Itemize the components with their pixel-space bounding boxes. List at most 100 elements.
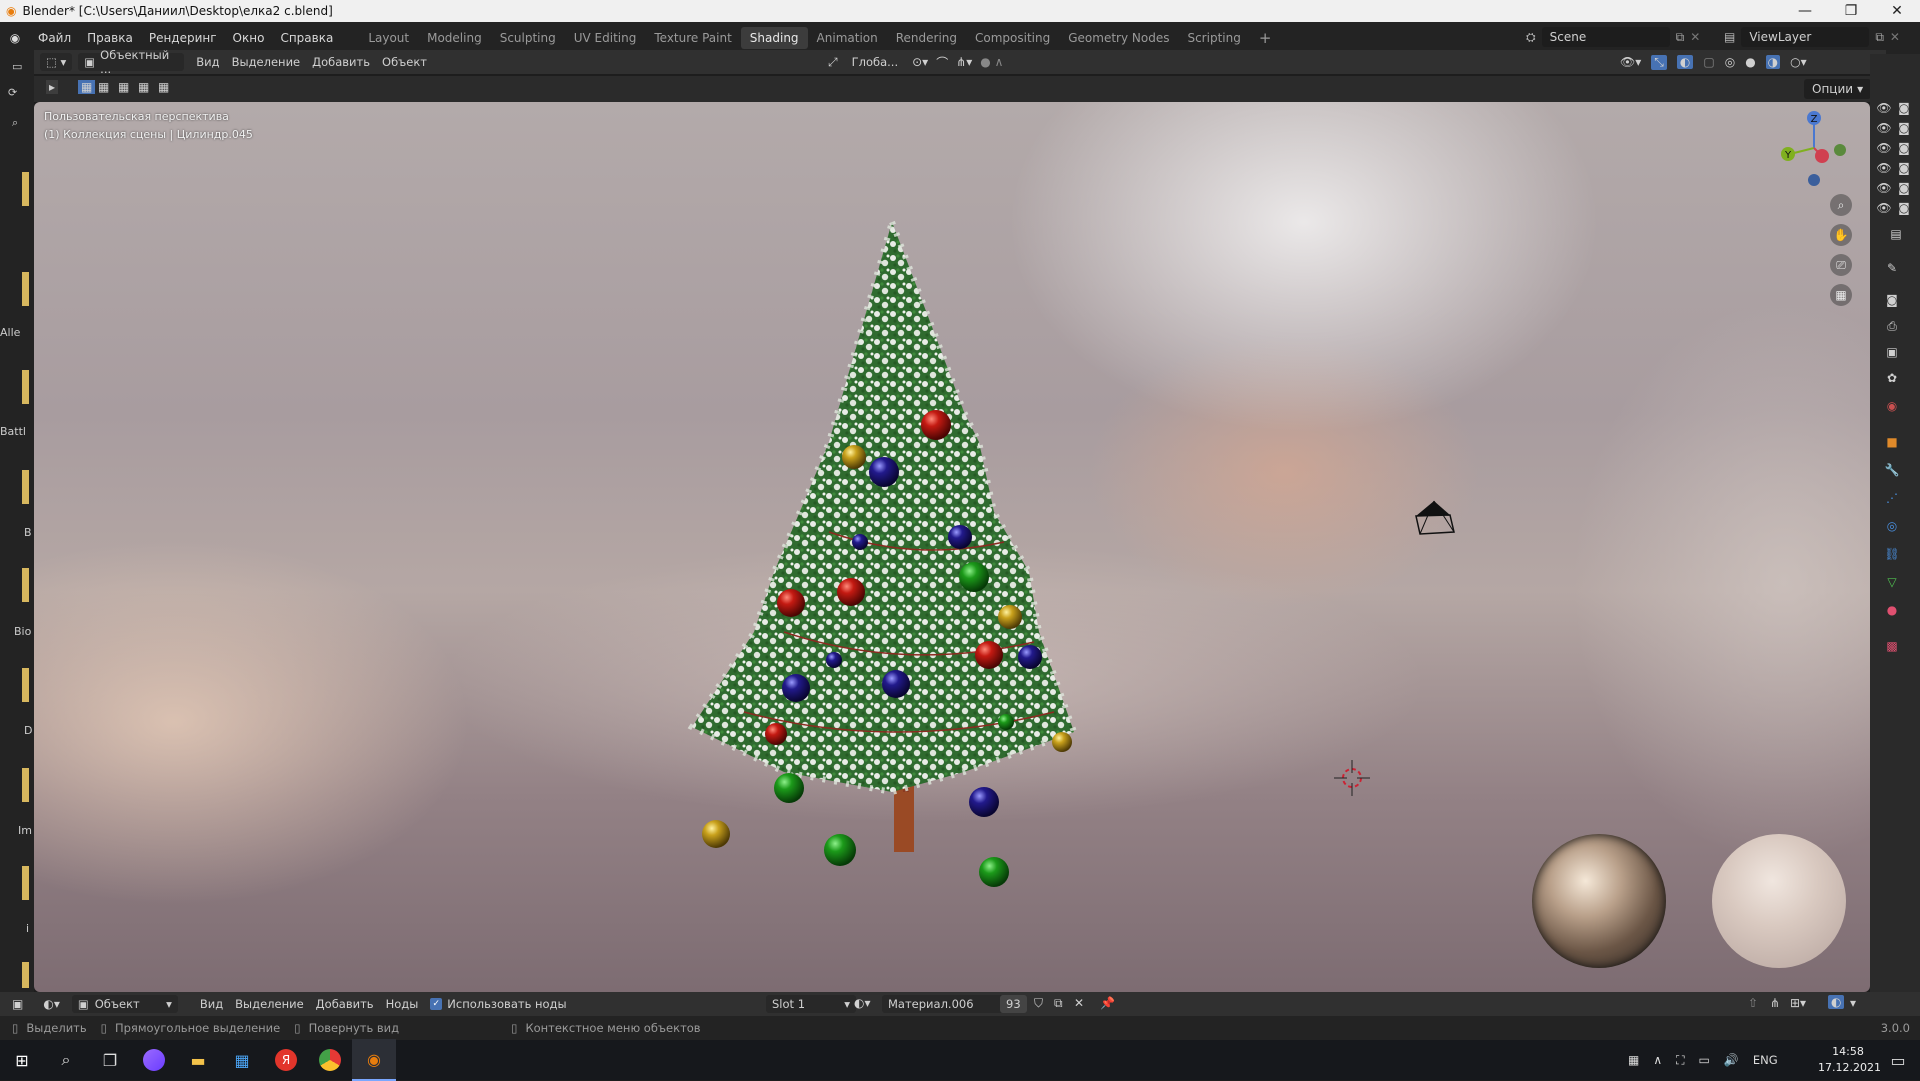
tab-sculpting[interactable]: Sculpting bbox=[491, 27, 565, 49]
tab-geometry-nodes[interactable]: Geometry Nodes bbox=[1059, 27, 1178, 49]
blender-menu-icon[interactable]: ◉ bbox=[0, 31, 30, 45]
node-editor-type-icon[interactable]: ▣ bbox=[12, 997, 23, 1011]
tab-modeling[interactable]: Modeling bbox=[418, 27, 491, 49]
file-browser-icon[interactable]: ▭ bbox=[0, 60, 34, 73]
tray-chevron-icon[interactable]: ∧ bbox=[1653, 1053, 1662, 1067]
mode-select[interactable]: ▣ Объектный ... bbox=[78, 48, 185, 76]
rendered-shading-icon[interactable]: ○▾ bbox=[1790, 55, 1807, 69]
select-mode-new-icon[interactable]: ▦ bbox=[78, 80, 96, 94]
parent-node-tree-icon[interactable]: ⇧ bbox=[1748, 996, 1758, 1010]
select-mode-invert-icon[interactable]: ▦ bbox=[138, 80, 149, 94]
constraints-properties-icon[interactable]: ⛓ bbox=[1884, 546, 1900, 562]
file-explorer-icon[interactable]: ▬ bbox=[176, 1040, 220, 1080]
asset-thumb-1[interactable] bbox=[22, 172, 29, 206]
asset-thumb-7[interactable] bbox=[22, 768, 29, 802]
render-properties-icon[interactable]: ◙ bbox=[1884, 292, 1900, 308]
clock[interactable]: 14:58 17.12.2021 bbox=[1818, 1044, 1881, 1076]
view-menu[interactable]: Вид bbox=[190, 53, 225, 71]
chrome-icon[interactable] bbox=[308, 1040, 352, 1080]
output-properties-icon[interactable]: ⎙ bbox=[1884, 318, 1900, 334]
navigation-gizmo[interactable]: Z Y bbox=[1774, 108, 1854, 188]
search-icon[interactable]: ⌕ bbox=[44, 1040, 88, 1080]
camera-object[interactable] bbox=[1410, 498, 1460, 538]
modifier-properties-icon[interactable]: 🔧 bbox=[1884, 462, 1900, 478]
visibility-eye-icon[interactable]: 👁 bbox=[1876, 140, 1892, 156]
visibility-filter-icon[interactable]: 👁▾ bbox=[1620, 55, 1641, 69]
render-camera-icon[interactable]: ◙ bbox=[1896, 160, 1912, 176]
restore-button[interactable]: ❐ bbox=[1828, 0, 1874, 22]
task-view-icon[interactable]: ❐ bbox=[88, 1040, 132, 1080]
duplicate-material-icon[interactable]: ⧉ bbox=[1054, 996, 1063, 1011]
christmas-tree[interactable] bbox=[634, 212, 1114, 922]
unlink-material-icon[interactable]: ✕ bbox=[1074, 996, 1084, 1010]
view-layer-new-icon[interactable]: ⧉ bbox=[1875, 30, 1884, 45]
snap-target-icon[interactable]: ⋔▾ bbox=[956, 55, 972, 69]
data-properties-icon[interactable]: ▽ bbox=[1884, 574, 1900, 590]
news-widget-icon[interactable]: ▦ bbox=[1628, 1053, 1639, 1067]
microsoft-store-icon[interactable]: ▦ bbox=[220, 1040, 264, 1080]
use-nodes-checkbox[interactable]: ✓ bbox=[430, 998, 443, 1010]
refresh-icon[interactable]: ⟳ bbox=[0, 86, 34, 99]
add-menu[interactable]: Добавить bbox=[306, 53, 376, 71]
asset-thumb-9[interactable] bbox=[22, 962, 29, 988]
node-nodes-menu[interactable]: Ноды bbox=[380, 995, 425, 1013]
camera-view-icon[interactable]: ⎚ bbox=[1830, 254, 1852, 276]
material-properties-icon[interactable]: ● bbox=[1884, 602, 1900, 618]
asset-thumb-2[interactable] bbox=[22, 272, 29, 306]
visibility-eye-icon[interactable]: 👁 bbox=[1876, 100, 1892, 116]
material-browse-icon[interactable]: ◐▾ bbox=[854, 996, 871, 1010]
gizmo-toggle-icon[interactable]: ⤡ bbox=[1651, 54, 1667, 70]
ortho-toggle-icon[interactable]: ▦ bbox=[1830, 284, 1852, 306]
transform-orientation-select[interactable]: Глоба... bbox=[846, 53, 905, 71]
node-overlay-icon[interactable]: ◐ bbox=[1828, 995, 1845, 1009]
tab-rendering[interactable]: Rendering bbox=[887, 27, 966, 49]
node-select-menu[interactable]: Выделение bbox=[229, 995, 310, 1013]
asset-thumb-5[interactable] bbox=[22, 568, 29, 602]
tab-animation[interactable]: Animation bbox=[808, 27, 887, 49]
solid-shading-icon[interactable]: ● bbox=[1745, 55, 1755, 69]
select-tool-icon[interactable]: ▸ bbox=[46, 80, 59, 94]
physics-properties-icon[interactable]: ◎ bbox=[1884, 518, 1900, 534]
render-camera-icon[interactable]: ◙ bbox=[1896, 140, 1912, 156]
scene-remove-icon[interactable]: ✕ bbox=[1690, 30, 1700, 44]
tab-shading[interactable]: Shading bbox=[740, 27, 808, 49]
visibility-eye-icon[interactable]: 👁 bbox=[1876, 160, 1892, 176]
material-users-count[interactable]: 93 bbox=[1000, 995, 1027, 1013]
editor-type-icon[interactable]: ▤ bbox=[1888, 226, 1904, 242]
alice-assistant-icon[interactable] bbox=[132, 1040, 176, 1080]
options-dropdown[interactable]: Опции ▾ bbox=[1804, 79, 1872, 99]
render-camera-icon[interactable]: ◙ bbox=[1896, 200, 1912, 216]
select-mode-subtract-icon[interactable]: ▦ bbox=[118, 80, 129, 94]
scene-properties-icon[interactable]: ✿ bbox=[1884, 370, 1900, 386]
tab-scripting[interactable]: Scripting bbox=[1178, 27, 1249, 49]
visibility-eye-icon[interactable]: 👁 bbox=[1876, 180, 1892, 196]
texture-properties-icon[interactable]: ▩ bbox=[1884, 638, 1900, 654]
wireframe-shading-icon[interactable]: ◎ bbox=[1725, 55, 1735, 69]
tab-layout[interactable]: Layout bbox=[359, 27, 418, 49]
world-properties-icon[interactable]: ◉ bbox=[1884, 398, 1900, 414]
language-indicator[interactable]: ENG bbox=[1753, 1053, 1778, 1067]
xray-icon[interactable]: ▢ bbox=[1703, 55, 1714, 69]
view-layer-icon[interactable]: ▤ bbox=[1724, 30, 1735, 44]
view-layer-field[interactable]: ViewLayer bbox=[1741, 27, 1870, 47]
search-icon[interactable]: ⌕ bbox=[0, 116, 34, 130]
node-view-menu[interactable]: Вид bbox=[194, 995, 229, 1013]
minimize-button[interactable]: — bbox=[1782, 0, 1828, 22]
asset-thumb-4[interactable] bbox=[22, 470, 29, 504]
3d-viewport[interactable]: Пользовательская перспектива (1) Коллекц… bbox=[34, 102, 1870, 992]
menu-window[interactable]: Окно bbox=[225, 31, 273, 45]
view-layer-remove-icon[interactable]: ✕ bbox=[1890, 30, 1900, 44]
pivot-icon[interactable]: ⊙▾ bbox=[912, 55, 928, 69]
editor-type-button[interactable]: ⬚ ▾ bbox=[40, 53, 73, 71]
tool-properties-icon[interactable]: ✎ bbox=[1884, 260, 1900, 276]
render-camera-icon[interactable]: ◙ bbox=[1896, 100, 1912, 116]
asset-thumb-3[interactable] bbox=[22, 370, 29, 404]
select-menu[interactable]: Выделение bbox=[226, 53, 307, 71]
tab-uv-editing[interactable]: UV Editing bbox=[565, 27, 646, 49]
material-shading-icon[interactable]: ◑ bbox=[1765, 55, 1781, 69]
asset-thumb-8[interactable] bbox=[22, 866, 29, 900]
blender-taskbar-icon[interactable]: ◉ bbox=[352, 1039, 396, 1081]
menu-file[interactable]: Файл bbox=[30, 31, 79, 45]
shader-type-icon[interactable]: ◐▾ bbox=[43, 997, 60, 1011]
volume-icon[interactable]: 🔊 bbox=[1724, 1053, 1739, 1067]
